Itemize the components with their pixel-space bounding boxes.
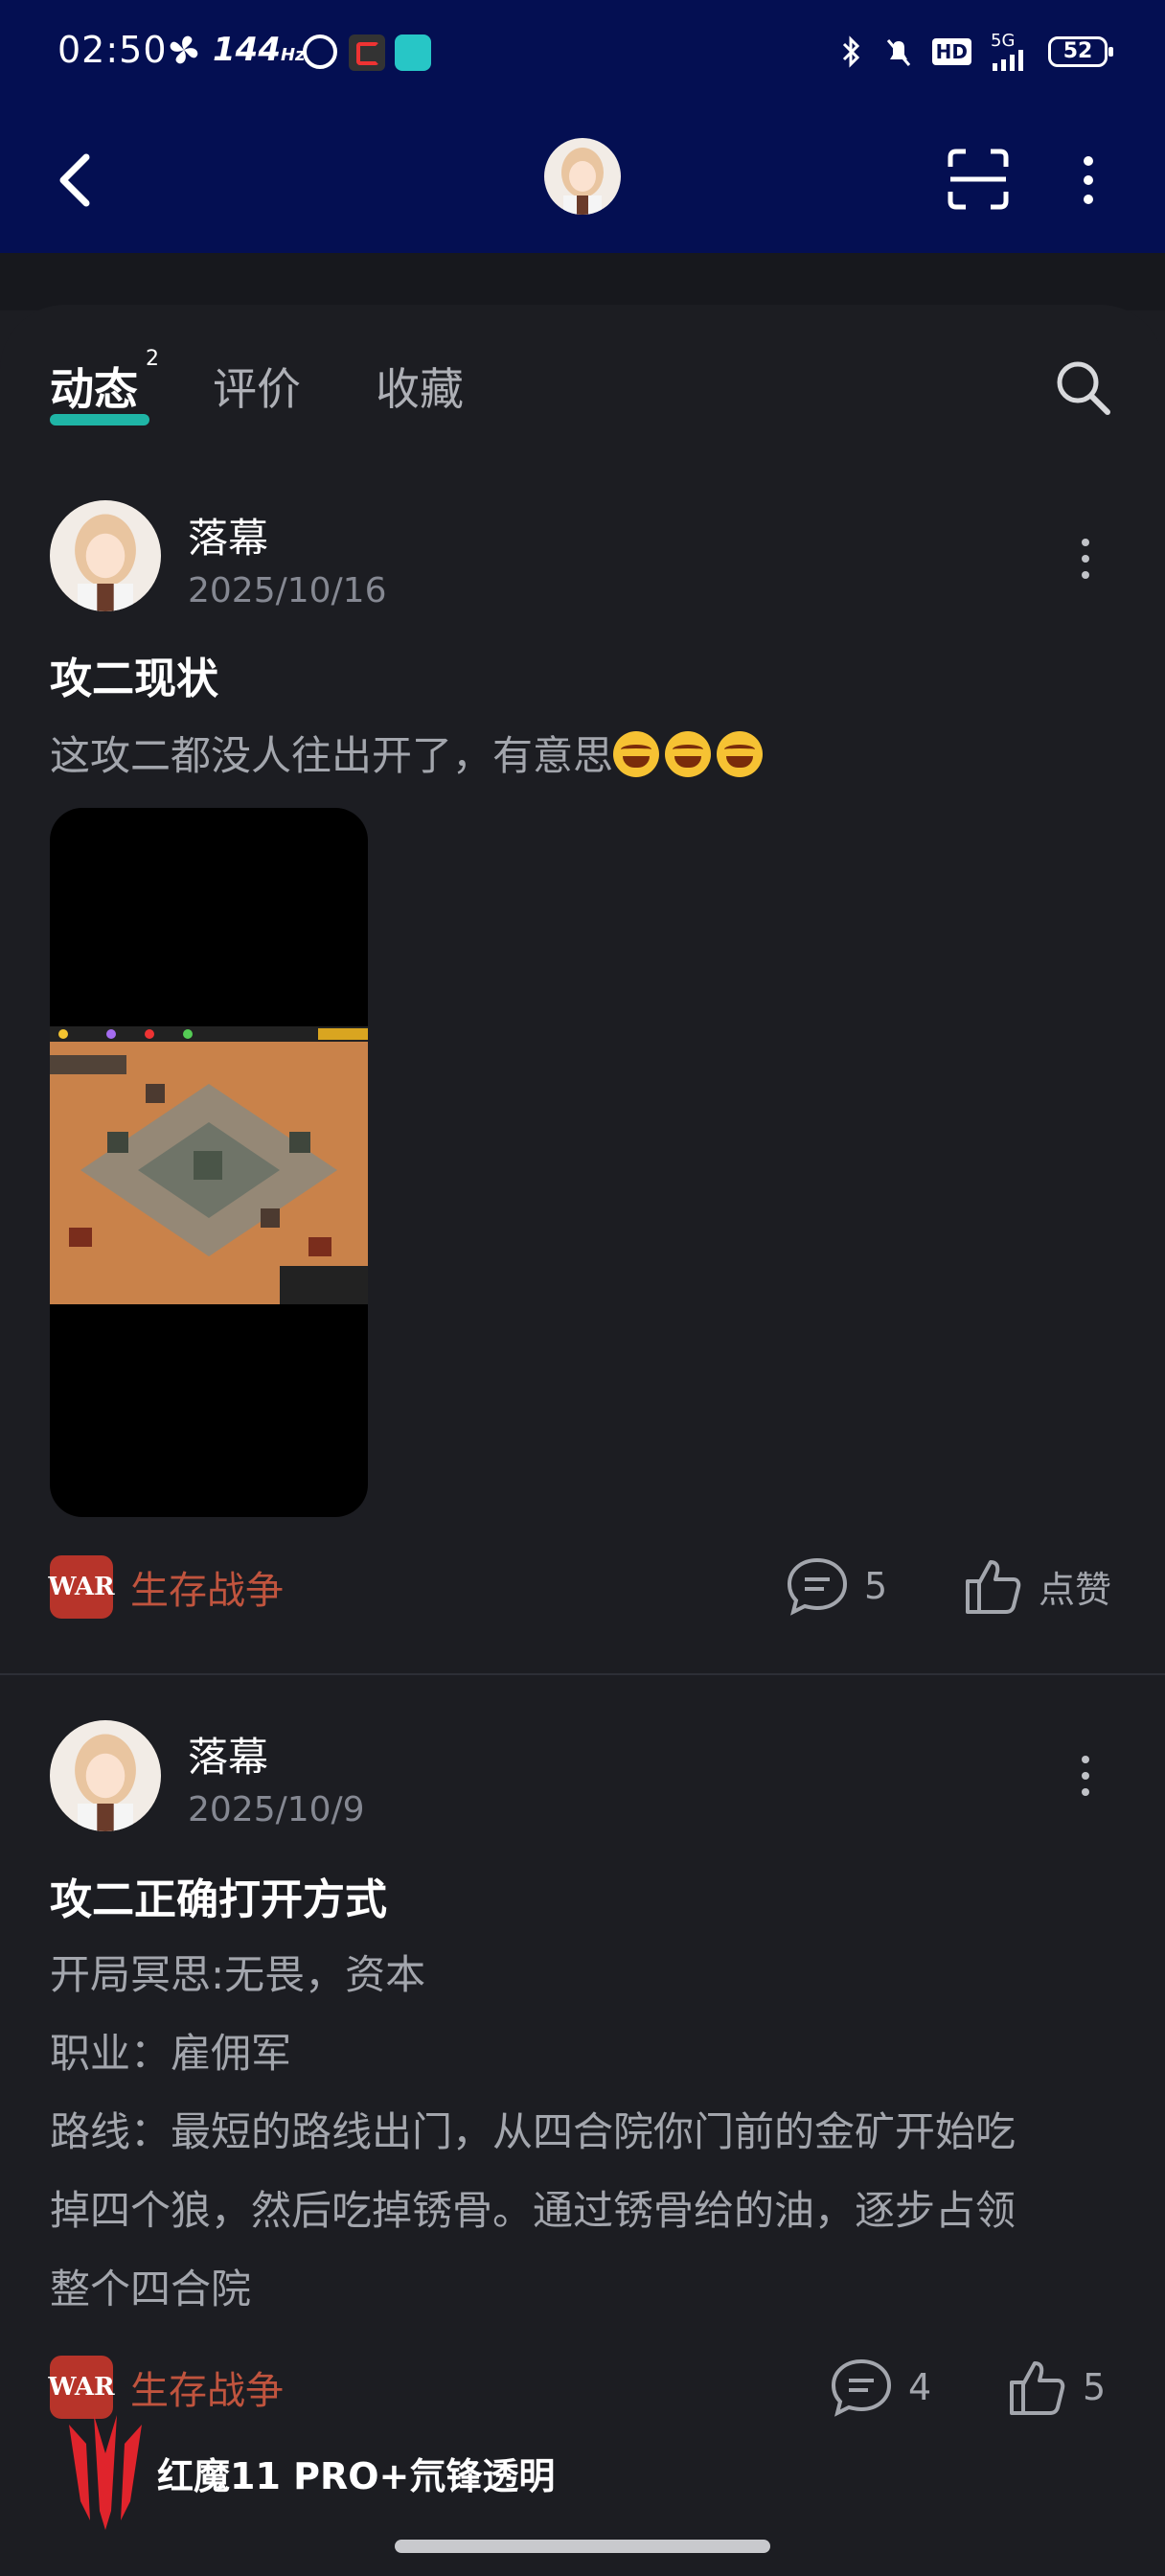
game-logo: WAR: [48, 1555, 115, 1619]
battery-icon: 52: [1048, 36, 1113, 67]
like-button[interactable]: 点赞: [962, 1556, 1111, 1616]
hd-badge: HD: [931, 38, 971, 65]
status-bar: 02:50 144Hz HD 5G 52: [0, 0, 1165, 107]
fan-icon: [170, 35, 198, 64]
search-icon[interactable]: [1052, 356, 1113, 418]
post-title[interactable]: 攻二现状: [50, 644, 218, 705]
app-notification-icon: [303, 34, 337, 69]
more-options-icon[interactable]: [1073, 150, 1104, 211]
game-name: 生存战争: [130, 2369, 284, 2413]
tab-favorites[interactable]: 收藏: [376, 355, 464, 418]
post-line: 开局冥思:无畏，资本: [50, 1951, 426, 1998]
home-indicator[interactable]: [395, 2540, 770, 2553]
profile-avatar[interactable]: [544, 138, 621, 215]
post-date: 2025/10/16: [188, 571, 387, 610]
author-avatar[interactable]: [50, 500, 161, 611]
post-divider: [0, 1673, 1165, 1675]
tab-bar: 动态 2 评价 收藏: [50, 347, 538, 418]
like-button[interactable]: 5: [1006, 2358, 1106, 2417]
author-name[interactable]: 落幕: [188, 506, 268, 564]
game-tag[interactable]: WAR 生存战争: [48, 2356, 284, 2419]
like-count: 5: [1083, 2366, 1107, 2408]
device-watermark: 红魔11 PRO+氘锋透明: [61, 2415, 555, 2530]
comment-button[interactable]: 5: [786, 1556, 887, 1616]
comment-icon: [831, 2358, 892, 2417]
post-line: 整个四合院: [50, 2266, 252, 2312]
back-arrow-icon[interactable]: [48, 146, 105, 215]
comment-icon: [787, 1557, 848, 1616]
red-magic-logo-icon: [69, 2415, 142, 2530]
top-nav-bar: [0, 107, 1165, 253]
laughing-emoji-icon: [717, 731, 764, 777]
header-gap: [0, 253, 1165, 310]
post-line: 掉四个狼，然后吃掉锈骨。通过锈骨给的油，逐步占领: [50, 2187, 1017, 2234]
status-indicators: HD 5G 52: [836, 33, 1113, 71]
post-date: 2025/10/9: [188, 1790, 365, 1829]
author-name[interactable]: 落幕: [188, 1725, 268, 1783]
thumbs-up-icon: [1010, 2361, 1065, 2415]
comment-count: 4: [908, 2366, 932, 2408]
laughing-emoji-icon: [613, 731, 660, 777]
post-more-icon[interactable]: [1071, 1752, 1100, 1800]
post-line: 路线：最短的路线出门，从四合院你门前的金矿开始吃: [50, 2108, 1017, 2155]
refresh-rate: 144Hz: [213, 31, 306, 69]
signal-icon: 5G: [991, 33, 1029, 71]
tab-badge: 2: [146, 347, 159, 371]
mute-bell-icon: [886, 39, 910, 66]
thumbs-up-icon: [966, 1560, 1021, 1614]
grid-app-icon: [395, 34, 431, 71]
game-app-icon: [349, 34, 385, 71]
game-tag[interactable]: WAR 生存战争: [48, 1555, 284, 1619]
post-body[interactable]: 开局冥思:无畏，资本 职业：雇佣军 路线：最短的路线出门，从四合院你门前的金矿开…: [50, 1936, 1123, 2329]
status-time: 02:50: [57, 29, 168, 71]
game-name: 生存战争: [130, 1569, 284, 1613]
comment-button[interactable]: 4: [830, 2358, 931, 2417]
game-logo: WAR: [48, 2356, 115, 2419]
tab-reviews[interactable]: 评价: [213, 355, 301, 418]
author-avatar[interactable]: [50, 1720, 161, 1831]
scan-icon[interactable]: [945, 146, 1012, 213]
watermark-text: 红魔11 PRO+氘锋透明: [157, 2454, 556, 2497]
post-image[interactable]: [50, 808, 368, 1517]
bluetooth-icon: [842, 35, 859, 68]
like-label: 点赞: [1039, 1568, 1112, 1611]
tab-dynamics[interactable]: 动态 2: [50, 347, 159, 418]
active-tab-indicator: [50, 414, 149, 426]
game-screenshot: [50, 1026, 368, 1304]
post-line: 职业：雇佣军: [50, 2030, 292, 2077]
comment-count: 5: [864, 1565, 888, 1607]
post-body[interactable]: 这攻二都没人往出开了，有意思: [50, 717, 1123, 795]
laughing-emoji-icon: [665, 731, 712, 777]
post-more-icon[interactable]: [1071, 535, 1100, 583]
post-title[interactable]: 攻二正确打开方式: [50, 1865, 387, 1926]
